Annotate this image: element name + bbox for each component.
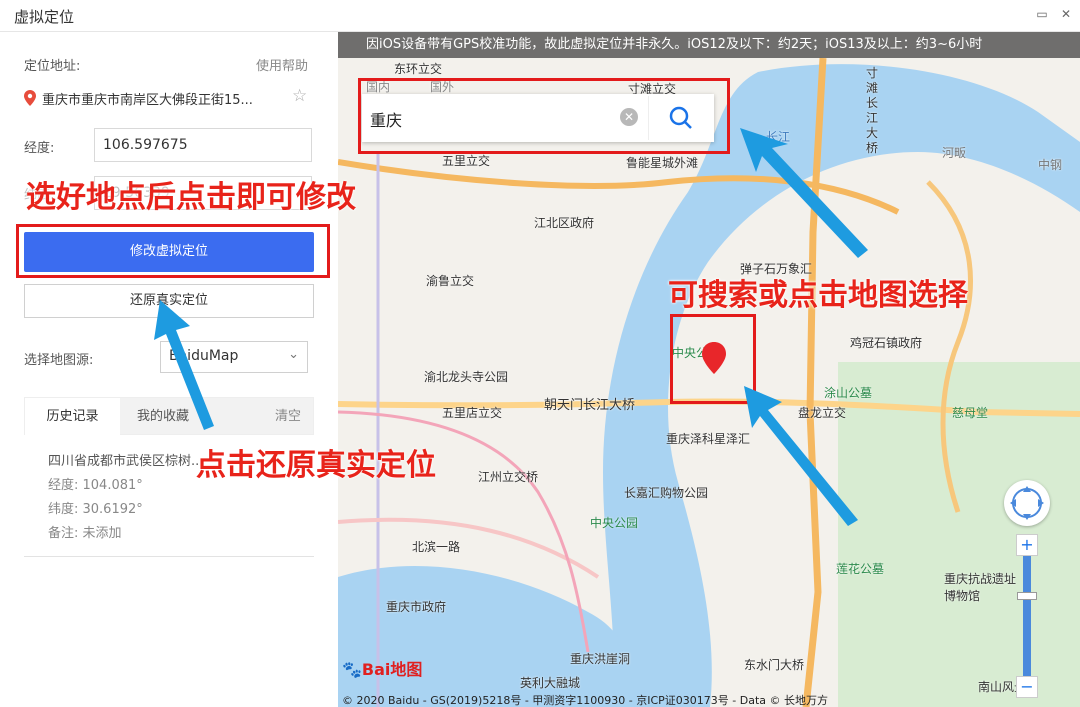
annotation-arrows bbox=[154, 128, 868, 526]
annotation-restore-hint: 点击还原真实定位 bbox=[196, 448, 436, 483]
annotation-search-or-click: 可搜索或点击地图选择 bbox=[668, 278, 968, 313]
annotation-select-then-click: 选好地点后点击即可修改 bbox=[26, 180, 356, 215]
app-window: 虚拟定位 ▭ ✕ 定位地址: 使用帮助 重庆市重庆市南岸区大佛段正街15... … bbox=[0, 0, 1080, 707]
